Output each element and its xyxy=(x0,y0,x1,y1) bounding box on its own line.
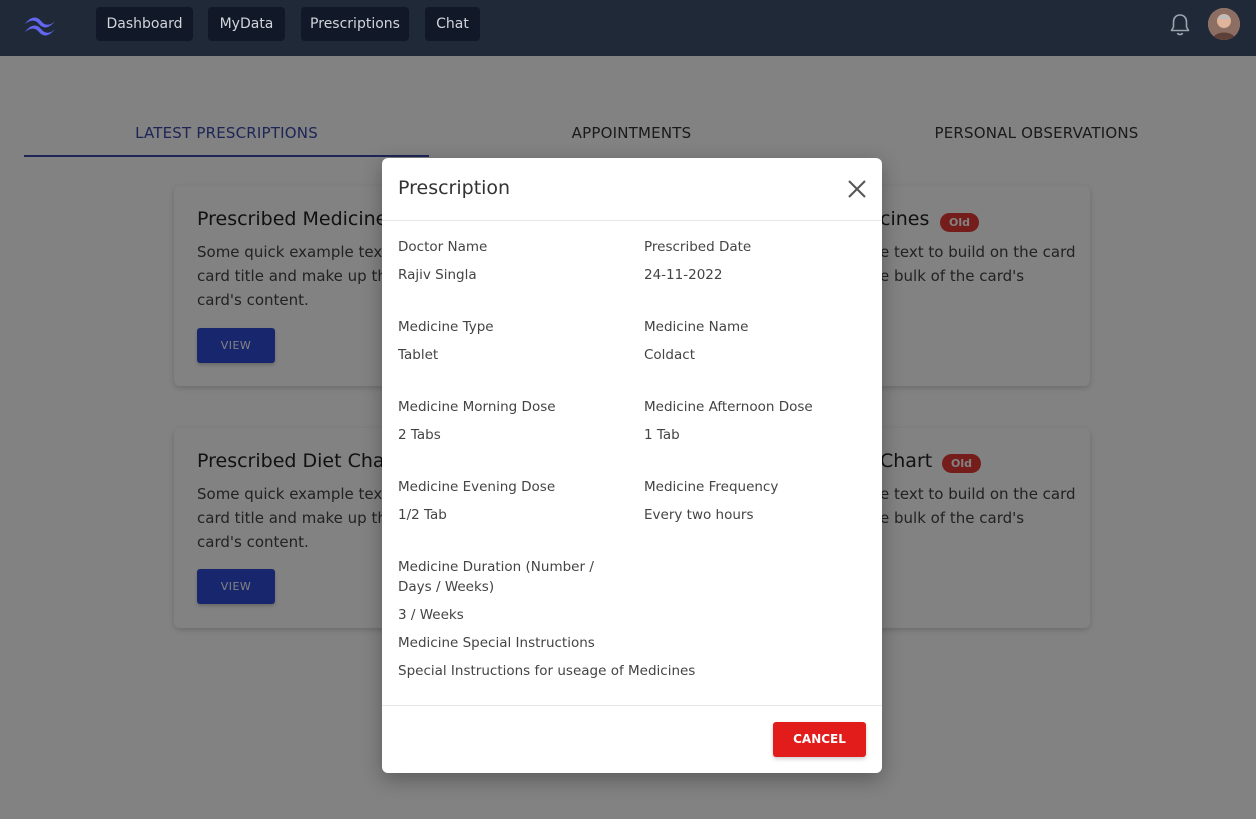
logo-icon[interactable] xyxy=(22,12,58,38)
morning-dose-label: Medicine Morning Dose xyxy=(398,399,556,415)
prescription-modal: Prescription Doctor Name Rajiv Singla Pr… xyxy=(382,158,882,773)
modal-footer-divider xyxy=(382,705,882,706)
nav-prescriptions[interactable]: Prescriptions xyxy=(301,7,409,41)
prescribed-date-label: Prescribed Date xyxy=(644,239,752,255)
prescribed-date-value: 24-11-2022 xyxy=(644,267,723,283)
evening-dose-label: Medicine Evening Dose xyxy=(398,479,556,495)
duration-label-line1: Medicine Duration (Number / xyxy=(398,559,594,575)
duration-value: 3 / Weeks xyxy=(398,607,464,623)
special-instructions-value: Special Instructions for useage of Medic… xyxy=(398,663,696,679)
doctor-name-value: Rajiv Singla xyxy=(398,267,477,283)
nav-chat[interactable]: Chat xyxy=(425,7,480,41)
medicine-type-label: Medicine Type xyxy=(398,319,494,335)
avatar[interactable] xyxy=(1208,8,1240,40)
afternoon-dose-value: 1 Tab xyxy=(644,427,680,443)
cancel-button[interactable]: CANCEL xyxy=(773,722,866,757)
modal-title: Prescription xyxy=(398,177,511,199)
frequency-value: Every two hours xyxy=(644,507,754,523)
medicine-name-label: Medicine Name xyxy=(644,319,749,335)
duration-label-line2: Days / Weeks) xyxy=(398,579,495,595)
medicine-name-value: Coldact xyxy=(644,347,695,363)
afternoon-dose-label: Medicine Afternoon Dose xyxy=(644,399,813,415)
nav-mydata[interactable]: MyData xyxy=(208,7,285,41)
modal-header-divider xyxy=(382,220,882,221)
morning-dose-value: 2 Tabs xyxy=(398,427,441,443)
medicine-type-value: Tablet xyxy=(398,347,439,363)
doctor-name-label: Doctor Name xyxy=(398,239,488,255)
close-icon[interactable] xyxy=(846,178,868,200)
nav-dashboard[interactable]: Dashboard xyxy=(96,7,193,41)
evening-dose-value: 1/2 Tab xyxy=(398,507,447,523)
bell-icon[interactable] xyxy=(1168,12,1192,38)
frequency-label: Medicine Frequency xyxy=(644,479,779,495)
top-navbar: Dashboard MyData Prescriptions Chat xyxy=(0,0,1256,56)
special-instructions-label: Medicine Special Instructions xyxy=(398,635,595,651)
